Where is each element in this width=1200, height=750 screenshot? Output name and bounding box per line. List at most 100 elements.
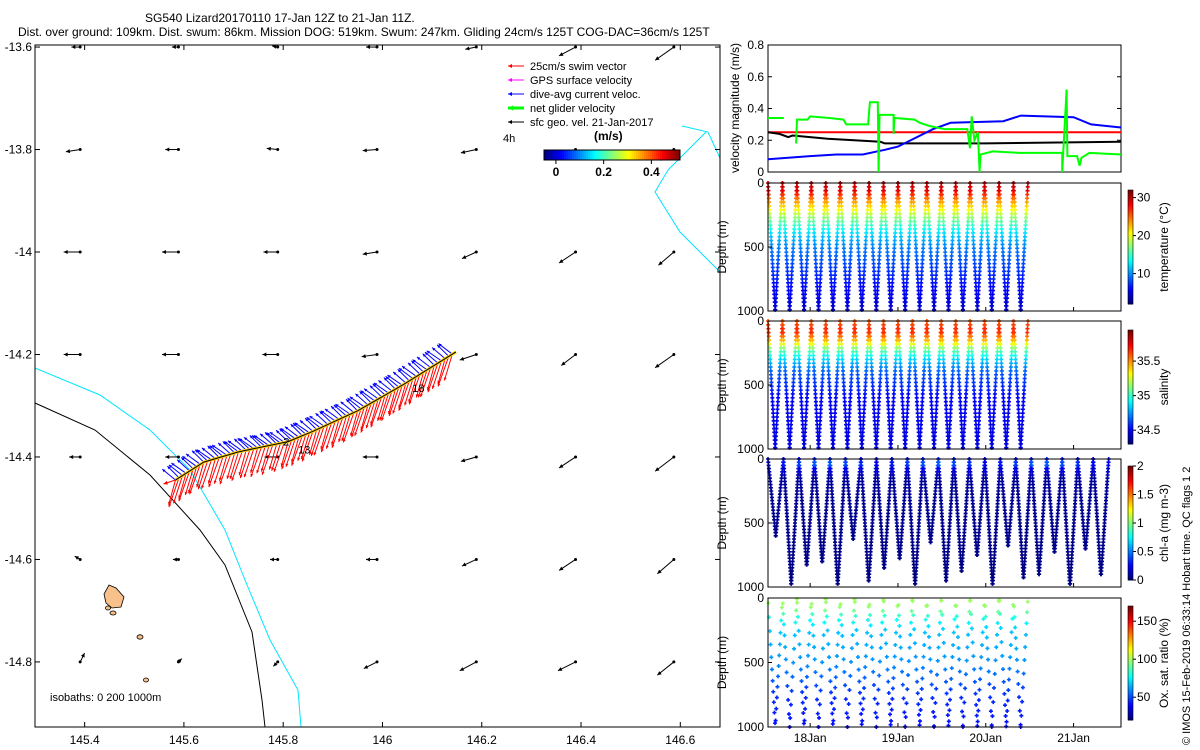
colorbar-cell xyxy=(552,150,555,160)
colorbar-cell xyxy=(670,150,673,160)
y-tick-label: -13.8 xyxy=(5,143,33,157)
colorbar-cell xyxy=(602,150,605,160)
colorbar-cell xyxy=(664,150,667,160)
colorbar-cell xyxy=(574,150,577,160)
colorbar-cell xyxy=(546,150,549,160)
colorbar-cell xyxy=(618,150,621,160)
colorbar-tick-label: 0.2 xyxy=(595,165,612,179)
colorbar-cell xyxy=(1128,330,1133,333)
colorbar-cell xyxy=(630,150,633,160)
y-tick-label: -14 xyxy=(15,245,33,259)
island xyxy=(105,605,111,611)
colorbar-cell xyxy=(548,150,551,160)
colorbar-cell xyxy=(1128,466,1133,469)
colorbar-cell xyxy=(628,150,631,160)
velocity-ylabel: velocity magnitude (m/s) xyxy=(728,43,742,173)
colorbar-cell xyxy=(590,150,593,160)
depth-axis-label: Depth (m) xyxy=(715,358,729,411)
x-tick-label: 146.2 xyxy=(467,733,497,747)
colorbar-cell xyxy=(580,150,583,160)
y-tick-label: 500 xyxy=(744,516,764,530)
colorbar-cell xyxy=(650,150,653,160)
colorbar-cell xyxy=(662,150,665,160)
colorbar-cell xyxy=(620,150,623,160)
colorbar-cell xyxy=(578,150,581,160)
track-map: 21318 145.4 145.6 145.8 146 146.2 146.4 146.6-… xyxy=(5,40,721,747)
colorbar: 34.53535.5salinity xyxy=(1127,329,1171,445)
isobath-label: isobaths: 0 200 1000m xyxy=(50,692,161,704)
legend-entry: sfc geo. vel. 21-Jan-2017 xyxy=(508,117,654,129)
colorbar-cell xyxy=(676,150,679,160)
colorbar-cell xyxy=(568,150,571,160)
colorbar-tick-label: 1 xyxy=(1137,516,1144,530)
legend-label: GPS surface velocity xyxy=(530,75,633,87)
legend-label: sfc geo. vel. 21-Jan-2017 xyxy=(530,117,654,129)
colorbar-cell xyxy=(556,150,559,160)
colorbar-cell xyxy=(672,150,675,160)
colorbar-tick-label: 0 xyxy=(1137,573,1144,587)
title-line-1: SG540 Lizard20170110 17-Jan 12Z to 21-Ja… xyxy=(145,11,415,25)
velocity-magnitude-plot: 00.20.40.60.8 xyxy=(747,38,1122,179)
colorbar-cell xyxy=(550,150,553,160)
colorbar-cell xyxy=(598,150,601,160)
y-tick-label: -14.4 xyxy=(5,450,33,464)
colorbar-tick-label: 0 xyxy=(553,165,560,179)
x-tick-label: 146.6 xyxy=(665,733,695,747)
x-tick-label: 146.4 xyxy=(566,733,596,747)
colorbar-cell xyxy=(566,150,569,160)
colorbar-cell xyxy=(586,150,589,160)
colorbar-cell xyxy=(562,150,565,160)
colorbar-cell xyxy=(642,150,645,160)
y-tick-label: 0.2 xyxy=(747,133,764,147)
colorbar-cell xyxy=(592,150,595,160)
interval-label: 4h xyxy=(503,133,515,145)
colorbar-cell xyxy=(646,150,649,160)
colorbar-cell xyxy=(638,150,641,160)
colorbar-cell xyxy=(640,150,643,160)
colorbar-cell xyxy=(616,150,619,160)
chlorophyll-section: 05001000Depth (m)00.511.52chl-a (mg m-3) xyxy=(715,452,1171,594)
colorbar-tick-label: 35 xyxy=(1137,389,1151,403)
colorbar-cell xyxy=(560,150,563,160)
colorbar-tick-label: 0.4 xyxy=(643,165,660,179)
colorbar-cell xyxy=(636,150,639,160)
y-tick-label: -13.6 xyxy=(5,40,33,54)
colorbar: 00.511.52chl-a (mg m-3) xyxy=(1127,459,1171,587)
depth-sections: 05001000Depth (m) 102030temperature (°C)0… xyxy=(715,176,1171,745)
colorbar-cell xyxy=(608,150,611,160)
colorbar-cell xyxy=(648,150,651,160)
x-tick-label: 145.4 xyxy=(70,733,100,747)
colorbar-cell xyxy=(668,150,671,160)
colorbar-cell xyxy=(632,150,635,160)
colorbar-label: salinity xyxy=(1157,369,1171,406)
colorbar-cell xyxy=(634,150,637,160)
colorbar-cell xyxy=(660,150,663,160)
colorbar-tick-label: 34.5 xyxy=(1137,423,1161,437)
y-tick-label: 0.6 xyxy=(747,70,764,84)
colorbar-cell xyxy=(554,150,557,160)
colorbar-label: chl-a (mg m-3) xyxy=(1157,484,1171,562)
colorbar-cell xyxy=(596,150,599,160)
depth-axis-label: Depth (m) xyxy=(715,220,729,273)
colorbar-tick-label: 2 xyxy=(1137,459,1144,473)
track-label: 2 xyxy=(283,437,289,449)
colorbar-cell xyxy=(564,150,567,160)
colorbar-cell xyxy=(558,150,561,160)
colorbar-cell xyxy=(584,150,587,160)
colorbar-cell xyxy=(582,150,585,160)
colorbar-cell xyxy=(622,150,625,160)
colorbar-cell xyxy=(652,150,655,160)
y-tick-label: 0.4 xyxy=(747,102,764,116)
depth-axis-label: Depth (m) xyxy=(715,496,729,549)
legend-label: dive-avg current veloc. xyxy=(530,89,641,101)
y-tick-label: 0 xyxy=(757,176,764,190)
island xyxy=(143,677,149,683)
x-tick-label: 146 xyxy=(372,733,392,747)
speed-colorbar-label: (m/s) xyxy=(594,129,623,143)
colorbar-cell xyxy=(572,150,575,160)
legend-label: net glider velocity xyxy=(530,103,615,115)
oxygen-section: 05001000Depth (m)50100150 Ox. sat. ratio … xyxy=(715,591,1171,734)
colorbar-tick-label: 0.5 xyxy=(1137,545,1154,559)
track-label: 18 xyxy=(412,383,424,395)
y-tick-label: 500 xyxy=(744,378,764,392)
